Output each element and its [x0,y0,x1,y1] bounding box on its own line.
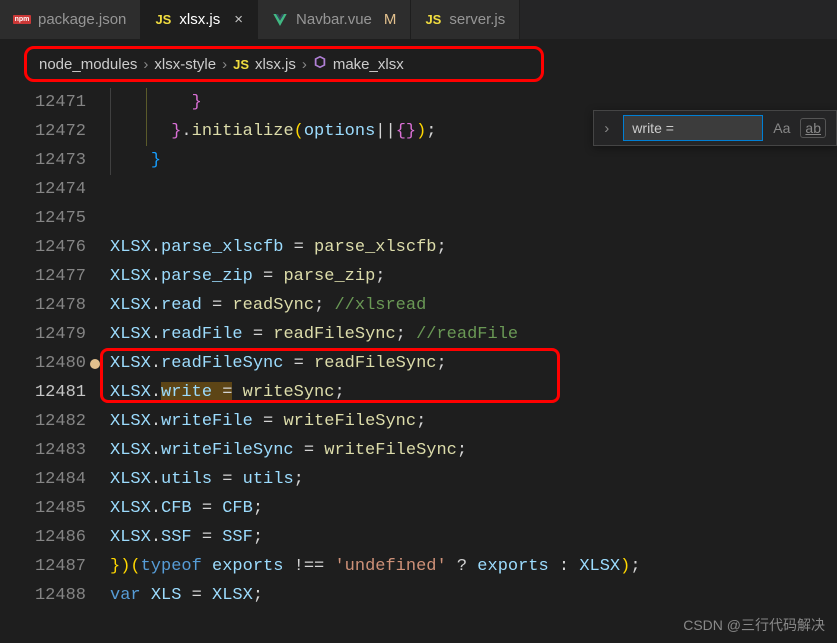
vue-icon [272,12,288,28]
code-line[interactable]: XLSX.read = readSync; //xlsread [110,291,837,320]
chevron-right-icon: › [302,56,307,73]
tab-label: Navbar.vue [296,11,372,28]
breadcrumb-seg[interactable]: make_xlsx [333,56,404,73]
code-line[interactable]: })(typeof exports !== 'undefined' ? expo… [110,552,837,581]
line-number: 12476 [0,233,86,262]
line-number: 12477 [0,262,86,291]
code-line[interactable]: XLSX.write = writeSync; [110,378,837,407]
chevron-right-icon: › [222,56,227,73]
code-line[interactable]: XLSX.CFB = CFB; [110,494,837,523]
line-number: 12483 [0,436,86,465]
code-line[interactable]: XLSX.SSF = SSF; [110,523,837,552]
tab-bar: npm package.json JS xlsx.js × Navbar.vue… [0,0,837,40]
line-number: 12475 [0,204,86,233]
code-line[interactable]: XLSX.readFileSync = readFileSync; [110,349,837,378]
code-line[interactable]: XLSX.utils = utils; [110,465,837,494]
breadcrumb-seg[interactable]: xlsx.js [255,56,296,73]
tab-package-json[interactable]: npm package.json [0,0,141,39]
line-number: 12481 [0,378,86,407]
code-line[interactable]: XLSX.parse_zip = parse_zip; [110,262,837,291]
breadcrumb[interactable]: node_modules › xlsx-style › JS xlsx.js ›… [24,46,544,82]
line-number: 12486 [0,523,86,552]
line-number: 12474 [0,175,86,204]
code-line[interactable]: } [110,88,837,117]
tab-xlsx-js[interactable]: JS xlsx.js × [141,0,258,39]
line-number: 12471 [0,88,86,117]
tab-navbar-vue[interactable]: Navbar.vue M [258,0,411,39]
js-icon: JS [233,57,249,72]
code-line[interactable]: var XLS = XLSX; [110,581,837,610]
tab-label: server.js [449,11,505,28]
tab-label: xlsx.js [179,11,220,28]
line-number: 12484 [0,465,86,494]
js-icon: JS [425,12,441,28]
line-number: 12488 [0,581,86,610]
line-number: 12479 [0,320,86,349]
line-number: 12478 [0,291,86,320]
line-number: 12482 [0,407,86,436]
code-line[interactable]: } [110,146,837,175]
watermark: CSDN @三行代码解决 [683,615,825,635]
line-number: 12473 [0,146,86,175]
code-line[interactable] [110,175,837,204]
breadcrumb-seg[interactable]: node_modules [39,56,137,73]
js-icon: JS [155,12,171,28]
close-icon[interactable]: × [234,11,243,28]
code-line[interactable]: XLSX.writeFile = writeFileSync; [110,407,837,436]
tab-server-js[interactable]: JS server.js [411,0,520,39]
code-line[interactable]: }.initialize(options||{}); [110,117,837,146]
breadcrumb-seg[interactable]: xlsx-style [154,56,216,73]
line-number: 12472 [0,117,86,146]
line-number: 12485 [0,494,86,523]
code-content[interactable]: } }.initialize(options||{}); } XLSX.pars… [110,88,837,610]
code-line[interactable]: XLSX.parse_xlscfb = parse_xlscfb; [110,233,837,262]
tab-label: package.json [38,11,126,28]
line-number: 12487 [0,552,86,581]
code-line[interactable]: XLSX.readFile = readFileSync; //readFile [110,320,837,349]
code-editor[interactable]: 12471 12472 12473 12474 12475 12476 1247… [0,88,837,610]
modified-line-indicator [90,359,100,369]
line-number: 12480 [0,349,86,378]
line-number-gutter: 12471 12472 12473 12474 12475 12476 1247… [0,88,110,610]
modified-indicator: M [384,11,397,28]
chevron-right-icon: › [143,56,148,73]
npm-icon: npm [14,12,30,28]
code-line[interactable] [110,204,837,233]
code-line[interactable]: XLSX.writeFileSync = writeFileSync; [110,436,837,465]
symbol-method-icon [313,55,327,73]
